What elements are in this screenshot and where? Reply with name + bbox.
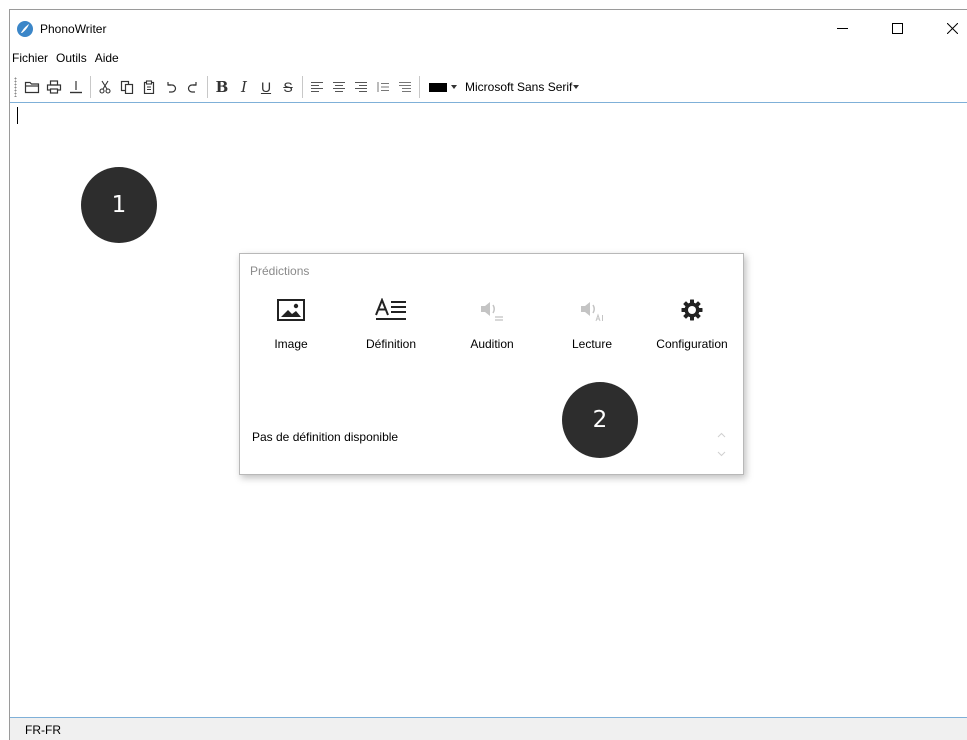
font-dropdown-icon (573, 85, 579, 89)
text-color-swatch[interactable] (429, 82, 447, 92)
definition-scrollbar[interactable] (713, 425, 729, 463)
undo-button[interactable] (160, 76, 182, 98)
gear-icon (681, 299, 703, 321)
text-caret (17, 107, 18, 124)
text-color-dropdown-icon[interactable] (451, 85, 457, 89)
minimize-button[interactable] (818, 10, 866, 46)
callout-marker-1: 1 (81, 167, 157, 243)
cut-icon (99, 80, 111, 94)
audition-label: Audition (470, 337, 514, 351)
chevron-up-icon (717, 432, 725, 437)
bold-button[interactable]: B (211, 76, 233, 98)
open-button[interactable] (21, 76, 43, 98)
lecture-button[interactable]: Lecture (542, 294, 642, 356)
definition-button[interactable]: Définition (341, 294, 441, 356)
maximize-button[interactable] (873, 10, 921, 46)
chevron-down-icon (717, 451, 725, 456)
export-icon (70, 81, 82, 94)
toolbar-separator (302, 76, 303, 98)
align-left-button[interactable] (306, 76, 328, 98)
copy-icon (120, 80, 134, 94)
align-center-icon (333, 82, 345, 92)
menu-fichier[interactable]: Fichier (10, 48, 52, 68)
paste-icon (143, 80, 155, 94)
lecture-speaker-icon (581, 302, 603, 322)
toolbar-separator (207, 76, 208, 98)
audition-button[interactable]: Audition (442, 294, 542, 356)
align-right-button[interactable] (350, 76, 372, 98)
align-left-icon (311, 82, 323, 92)
definition-text: Pas de définition disponible (252, 430, 399, 444)
paragraph-spacing-button[interactable] (394, 76, 416, 98)
toolbar-separator (90, 76, 91, 98)
align-center-button[interactable] (328, 76, 350, 98)
title-bar: PhonoWriter (10, 10, 967, 46)
strikethrough-button[interactable]: S (277, 76, 299, 98)
formatting-toolbar: B I U S Microsoft Sans Serif (10, 72, 967, 102)
definition-icon (375, 298, 406, 320)
callout-number: 2 (592, 407, 608, 433)
undo-icon (167, 82, 177, 93)
font-family-value: Microsoft Sans Serif (465, 80, 573, 94)
line-spacing-button[interactable] (372, 76, 394, 98)
definition-label: Définition (365, 337, 417, 351)
paste-button[interactable] (138, 76, 160, 98)
copy-button[interactable] (116, 76, 138, 98)
paragraph-spacing-icon (399, 82, 411, 92)
open-icon (24, 81, 40, 94)
callout-number: 1 (111, 192, 127, 218)
minimize-icon (836, 27, 848, 29)
bold-icon: B (215, 78, 229, 96)
menu-outils[interactable]: Outils (52, 48, 91, 68)
align-right-icon (355, 82, 367, 92)
italic-button[interactable]: I (233, 76, 255, 98)
underline-icon: U (260, 79, 272, 95)
maximize-icon (891, 22, 903, 34)
font-family-select[interactable]: Microsoft Sans Serif (465, 80, 579, 94)
line-spacing-icon (377, 82, 389, 92)
redo-icon (187, 82, 197, 93)
redo-button[interactable] (182, 76, 204, 98)
image-icon (277, 299, 305, 321)
lecture-label: Lecture (571, 337, 613, 351)
toolbar-separator (419, 76, 420, 98)
cut-button[interactable] (94, 76, 116, 98)
underline-button[interactable]: U (255, 76, 277, 98)
window-title: PhonoWriter (40, 22, 107, 36)
menu-aide[interactable]: Aide (91, 48, 123, 68)
phonowriter-logo-icon (17, 21, 33, 37)
close-button[interactable] (928, 10, 967, 46)
toolbar-grip[interactable] (14, 77, 17, 97)
scroll-down-button[interactable] (713, 444, 729, 463)
scroll-up-button[interactable] (713, 425, 729, 444)
status-bar: FR-FR (10, 718, 967, 740)
configuration-button[interactable]: Configuration (642, 294, 742, 356)
predictions-panel: Prédictions Image Définition Audition Le… (239, 253, 744, 475)
print-button[interactable] (43, 76, 65, 98)
configuration-label: Configuration (656, 337, 728, 351)
language-indicator[interactable]: FR-FR (25, 723, 61, 737)
image-button[interactable]: Image (241, 294, 341, 356)
image-label: Image (274, 337, 308, 351)
italic-icon: I (241, 78, 247, 96)
export-button[interactable] (65, 76, 87, 98)
menu-bar: Fichier Outils Aide (10, 48, 123, 68)
panel-title: Prédictions (250, 264, 310, 278)
strikethrough-icon: S (283, 79, 293, 95)
close-icon (946, 22, 958, 34)
audition-speaker-icon (481, 302, 503, 321)
callout-marker-2: 2 (562, 382, 638, 458)
print-icon (46, 80, 62, 94)
